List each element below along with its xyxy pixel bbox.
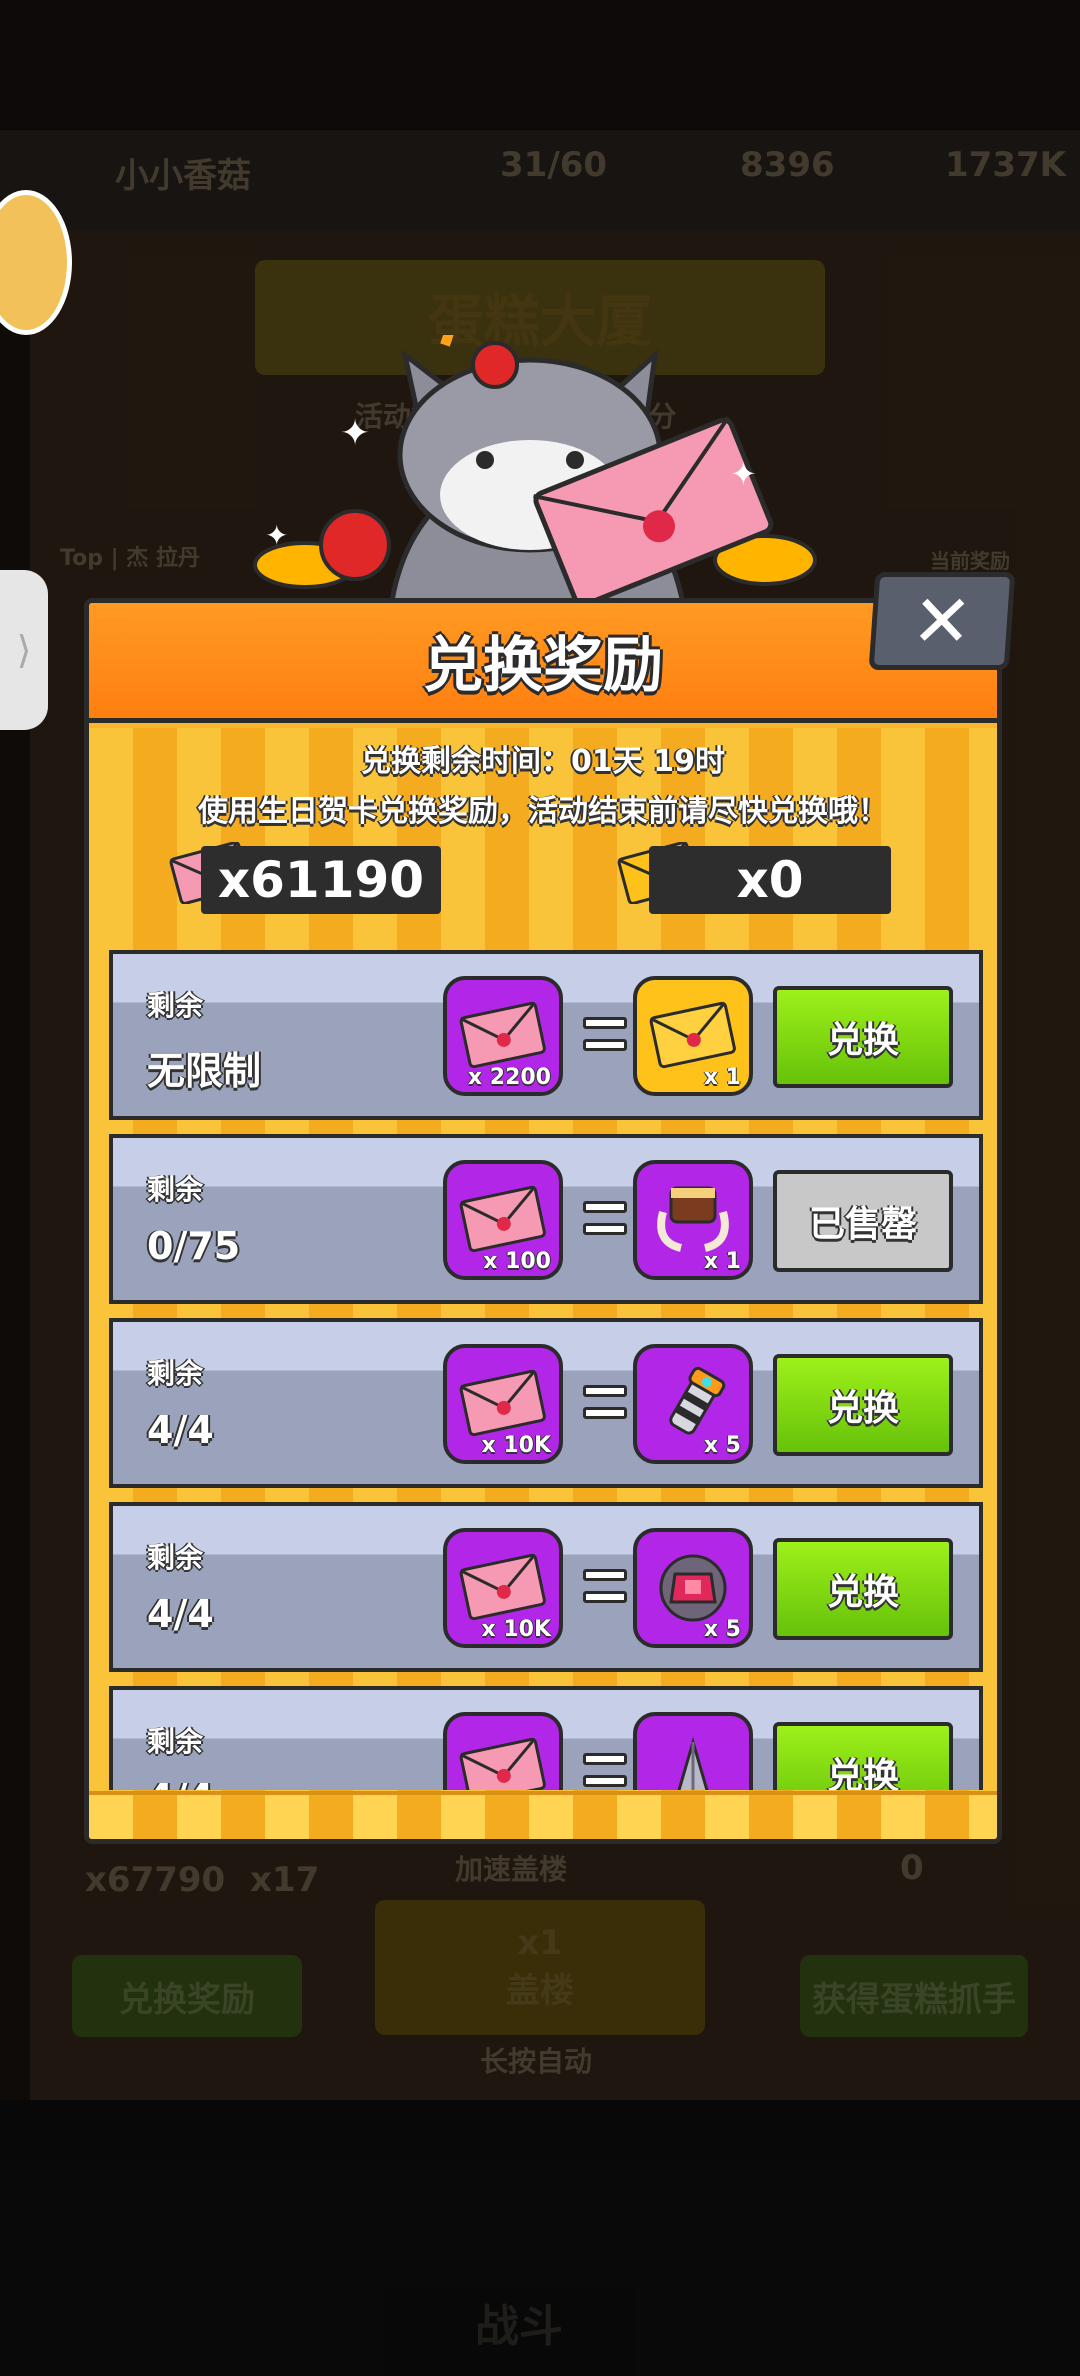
exchange-button[interactable]: 兑换 [773, 1722, 953, 1790]
modal-body: 兑换剩余时间：01天 19时 使用生日贺卡兑换奖励，活动结束前请尽快兑换哦！ x… [89, 728, 997, 1839]
equals-sign [583, 1372, 627, 1432]
exchange-remaining-time: 兑换剩余时间：01天 19时 [361, 744, 725, 779]
remaining-count: 4/4 [147, 1776, 214, 1790]
equals-sign [583, 1740, 627, 1790]
reward-item[interactable]: x 1 [633, 976, 753, 1096]
remaining-count: 无限制 [147, 1049, 262, 1093]
exchange-list[interactable]: 剩余 无限制 x 2200 x 1 兑换 剩余 0/75 x 100 x 1 已… [109, 950, 983, 1790]
reward-item[interactable]: x 5 [633, 1344, 753, 1464]
remaining-count: 4/4 [147, 1592, 214, 1636]
reward-qty: x 1 [703, 1249, 741, 1274]
reward-qty: x 5 [703, 1433, 741, 1458]
svg-text:✦: ✦ [265, 519, 288, 552]
drill-tool-icon [669, 1366, 726, 1435]
exchange-button[interactable]: 兑换 [773, 1538, 953, 1640]
side-drawer-tab[interactable]: ⟩ [0, 570, 48, 730]
exchange-description: 使用生日贺卡兑换奖励，活动结束前请尽快兑换哦！ [198, 794, 888, 829]
exchange-row: 剩余 4/4 x 10K x 5 兑换 [109, 1318, 983, 1488]
sold-out-button: 已售罄 [773, 1170, 953, 1272]
remaining-label: 剩余 [147, 989, 204, 1022]
reward-item[interactable]: x 1 [633, 1160, 753, 1280]
svg-text:✦: ✦ [730, 455, 757, 493]
remaining-label: 剩余 [147, 1541, 204, 1574]
reward-item[interactable]: x 5 [633, 1528, 753, 1648]
pink-card-counter: x61190 [201, 846, 441, 914]
exchange-button[interactable]: 兑换 [773, 986, 953, 1088]
cost-qty: x 2200 [467, 1065, 551, 1090]
cost-item[interactable] [443, 1712, 563, 1790]
cake-claw-icon [657, 1186, 729, 1252]
cost-item[interactable]: x 10K [443, 1528, 563, 1648]
equals-sign [583, 1188, 627, 1248]
equals-sign [583, 1004, 627, 1064]
equals-sign [583, 1556, 627, 1616]
pink-card-icon [459, 1001, 546, 1069]
modal-title: 兑换奖励 [423, 631, 663, 701]
pink-card-icon [459, 1185, 546, 1253]
close-button[interactable]: ✕ [868, 572, 1016, 670]
gold-card-counter: x0 [649, 846, 891, 914]
cost-qty: x 100 [483, 1249, 551, 1274]
remaining-count: 4/4 [147, 1408, 214, 1452]
remaining-label: 剩余 [147, 1725, 204, 1758]
cost-qty: x 10K [481, 1433, 551, 1458]
pink-card-icon [459, 1737, 546, 1790]
exchange-button[interactable]: 兑换 [773, 1354, 953, 1456]
reward-qty: x 1 [703, 1065, 741, 1090]
svg-text:✦: ✦ [340, 413, 370, 454]
spike-tool-icon [677, 1736, 709, 1790]
gem-orb-icon [659, 1554, 727, 1622]
cost-item[interactable]: x 10K [443, 1344, 563, 1464]
remaining-count: 0/75 [147, 1224, 241, 1268]
cost-item[interactable]: x 2200 [443, 976, 563, 1096]
cost-item[interactable]: x 100 [443, 1160, 563, 1280]
reward-qty: x 5 [703, 1617, 741, 1642]
cost-qty: x 10K [481, 1617, 551, 1642]
remaining-label: 剩余 [147, 1173, 204, 1206]
remaining-label: 剩余 [147, 1357, 204, 1390]
modal-header: 兑换奖励 [89, 603, 997, 723]
gold-envelope-icon [649, 1001, 736, 1069]
exchange-row: 剩余 0/75 x 100 x 1 已售罄 [109, 1134, 983, 1304]
modal-footer [89, 1791, 997, 1839]
exchange-row: 剩余 4/4 x 10K x 5 兑换 [109, 1502, 983, 1672]
exchange-row: 剩余 4/4 兑换 [109, 1686, 983, 1790]
exchange-row: 剩余 无限制 x 2200 x 1 兑换 [109, 950, 983, 1120]
pink-card-icon [459, 1553, 546, 1621]
pink-card-icon [459, 1369, 546, 1437]
cat-cake-mascot: ✦ ✦ ✦ [253, 335, 817, 615]
reward-item[interactable] [633, 1712, 753, 1790]
close-icon: ✕ [908, 579, 976, 663]
exchange-modal: 兑换奖励 兑换剩余时间：01天 19时 使用生日贺卡兑换奖励，活动结束前请尽快兑… [84, 598, 1002, 1844]
